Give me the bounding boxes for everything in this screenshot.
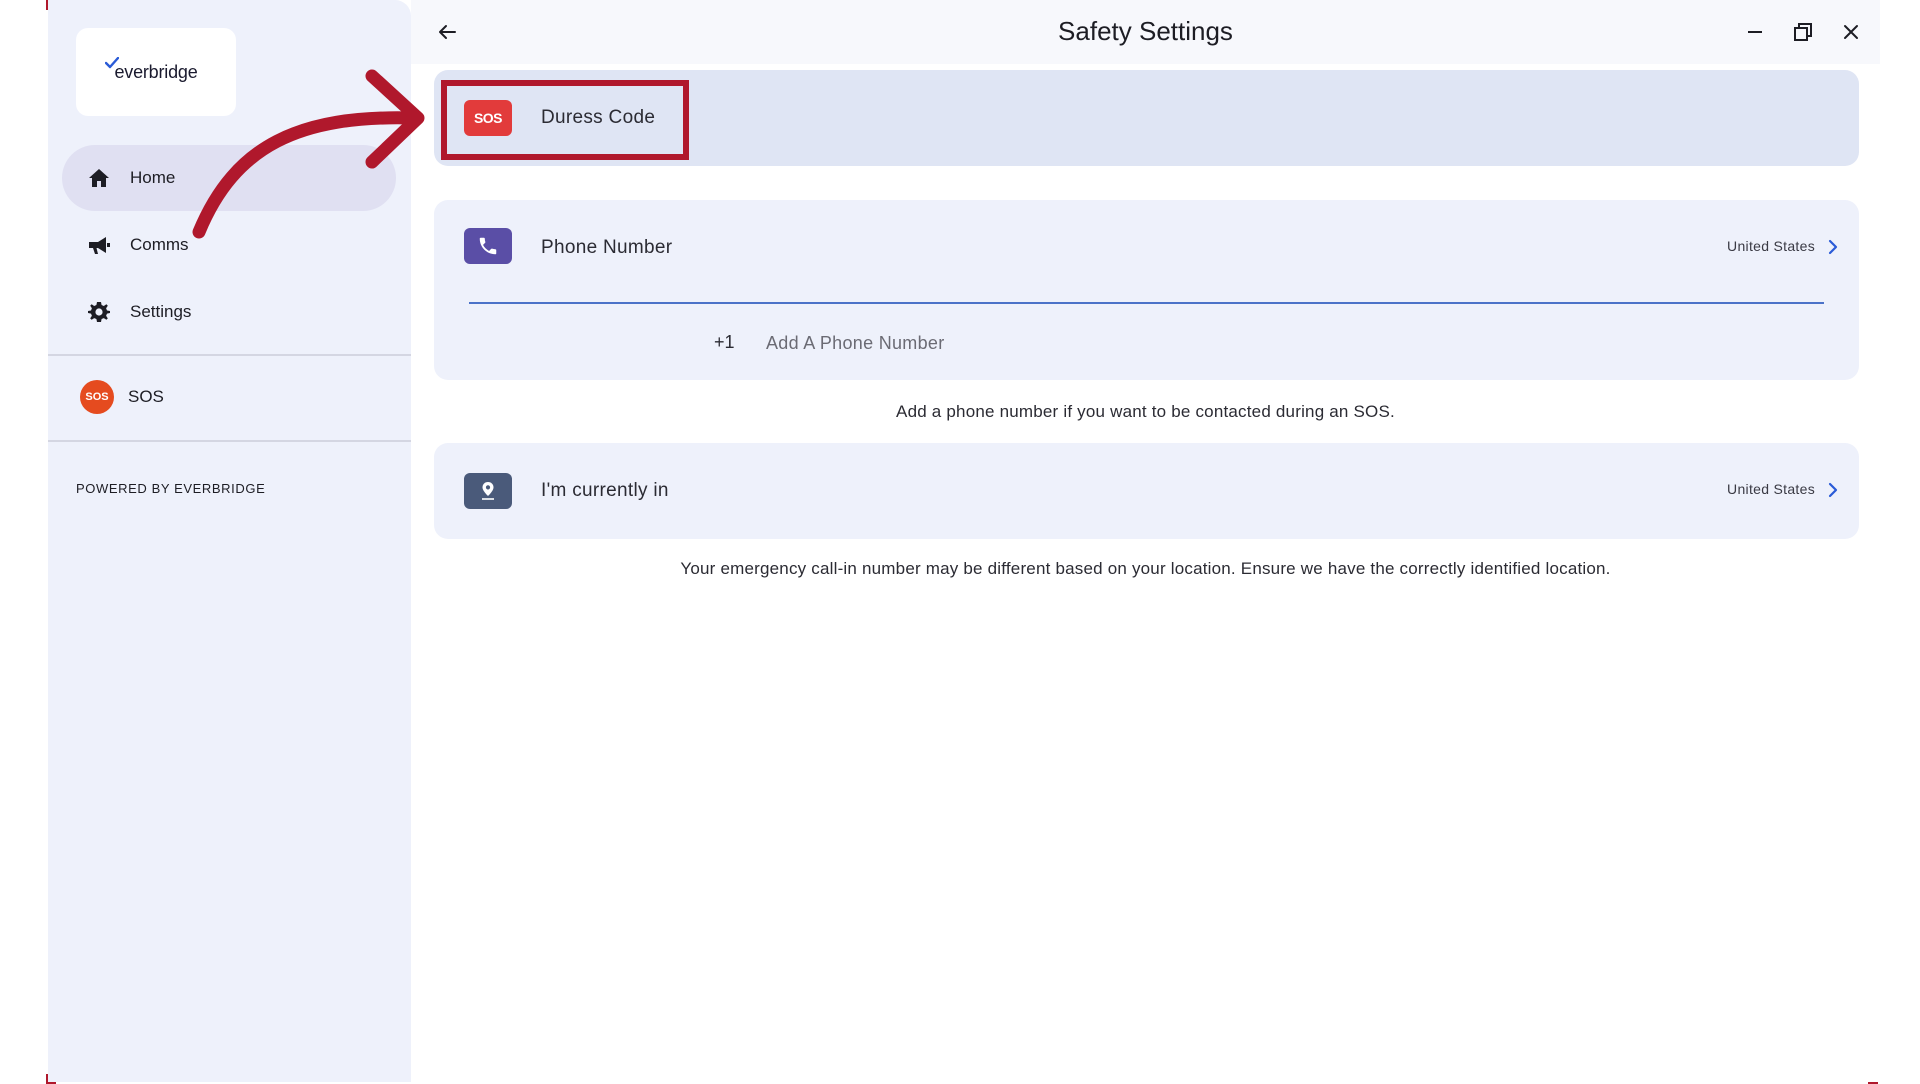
sidebar-item-label: Home (130, 168, 176, 187)
logo-text: everbridge (114, 61, 198, 82)
highlight-box (441, 80, 689, 160)
location-label: I'm currently in (541, 480, 669, 501)
page-title: Safety Settings (1058, 16, 1233, 46)
phone-icon (464, 228, 512, 264)
duress-code-row[interactable]: SOS Duress Code (434, 70, 1859, 166)
logo-check-icon (105, 56, 120, 68)
megaphone-icon (86, 232, 112, 258)
chevron-right-icon[interactable] (1823, 237, 1843, 257)
phone-country-value[interactable]: United States (1727, 238, 1815, 254)
chevron-right-icon[interactable] (1823, 480, 1843, 500)
sidebar-item-sos[interactable]: SOS SOS (62, 364, 396, 430)
main-content: Safety Settings SOS Duress Code Phone Nu… (411, 0, 1880, 1082)
everbridge-logo: everbridge (105, 56, 198, 83)
sidebar-item-comms[interactable]: Comms (62, 212, 396, 278)
sidebar: everbridge Home Comms Settings SOS SOS P… (48, 0, 411, 1082)
phone-number-card: Phone Number United States +1 (434, 200, 1859, 380)
app-window: everbridge Home Comms Settings SOS SOS P… (48, 0, 1880, 1082)
sidebar-item-settings[interactable]: Settings (62, 279, 396, 345)
close-icon[interactable] (1839, 20, 1863, 44)
phone-number-input[interactable] (754, 328, 1354, 358)
country-code: +1 (714, 332, 735, 352)
location-helper-text: Your emergency call-in number may be dif… (680, 559, 1611, 578)
phone-helper-text: Add a phone number if you want to be con… (896, 402, 1395, 421)
home-icon (86, 165, 112, 191)
powered-by-text: POWERED BY EVERBRIDGE (76, 481, 266, 496)
phone-number-label: Phone Number (541, 237, 673, 258)
phone-divider (469, 302, 1824, 304)
sidebar-item-label: SOS (128, 387, 164, 406)
gear-icon (86, 299, 112, 325)
sos-icon: SOS (80, 380, 114, 414)
restore-icon[interactable] (1791, 20, 1815, 44)
location-pin-icon (464, 473, 512, 509)
sidebar-divider (48, 354, 411, 356)
logo-card[interactable]: everbridge (76, 28, 236, 116)
location-row[interactable]: I'm currently in United States (434, 443, 1859, 539)
sidebar-item-label: Comms (130, 235, 189, 254)
minimize-icon[interactable] (1743, 20, 1767, 44)
location-country-value[interactable]: United States (1727, 481, 1815, 497)
sidebar-item-label: Settings (130, 302, 192, 321)
sidebar-divider (48, 440, 411, 442)
title-bar: Safety Settings (411, 0, 1880, 64)
sidebar-item-home[interactable]: Home (62, 145, 396, 211)
